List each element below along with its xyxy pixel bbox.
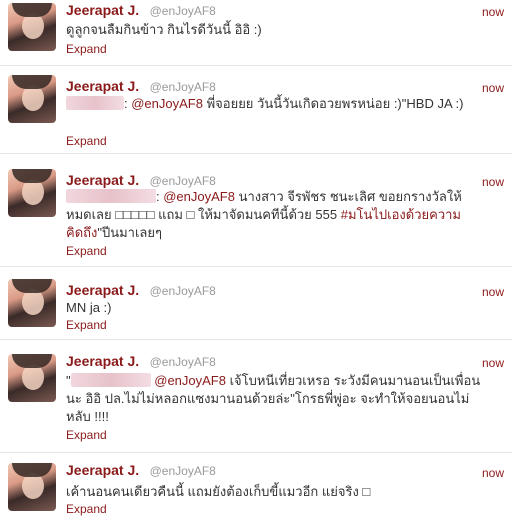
avatar[interactable] — [8, 3, 56, 51]
tweet-text: ดูลูกจนลืมกินข้าว กินไรดีวันนี้ อิอิ :) — [66, 21, 486, 39]
tweet-text: " @enJoyAF8 เจ้โบหนีเที่ยวเหรอ ระวังมีคน… — [66, 372, 486, 426]
author-handle[interactable]: @enJoyAF8 — [150, 4, 216, 18]
tweet-text-part: ดูลูกจนลืมกินข้าว กินไรดีวันนี้ อิอิ :) — [66, 22, 262, 37]
author-handle[interactable]: @enJoyAF8 — [150, 355, 216, 369]
tweet-text: : @enJoyAF8 นางสาว จีรพัชร ชนะเลิศ ขอยกร… — [66, 188, 486, 242]
author-handle[interactable]: @enJoyAF8 — [150, 80, 216, 94]
tweet-text-part: MN ja :) — [66, 300, 112, 315]
tweet-item[interactable]: Jeerapat J. @enJoyAF8 now ดูลูกจนลืมกินข… — [0, 0, 512, 66]
tweet-time[interactable]: now — [482, 285, 504, 299]
tweet-text-part: "ปีนมาเลยๆ — [97, 225, 162, 240]
tweet-text-part: " — [66, 373, 71, 388]
expand-link[interactable]: Expand — [66, 134, 107, 148]
redacted-text — [66, 189, 156, 203]
redacted-text — [66, 96, 124, 110]
tweet-item[interactable]: Jeerapat J. @enJoyAF8 now เค้านอนคนเดียว… — [0, 453, 512, 520]
author-handle[interactable]: @enJoyAF8 — [150, 464, 216, 478]
tweet-item[interactable]: Jeerapat J. @enJoyAF8 now MN ja :) Expan… — [0, 267, 512, 340]
avatar[interactable] — [8, 75, 56, 123]
author-name[interactable]: Jeerapat J. — [66, 353, 139, 369]
tweet-time[interactable]: now — [482, 356, 504, 370]
avatar[interactable] — [8, 279, 56, 327]
tweet-item[interactable]: Jeerapat J. @enJoyAF8 now : @enJoyAF8 นา… — [0, 154, 512, 267]
tweet-text: เค้านอนคนเดียวคืนนี้ แถมยังต้องเก็บขี้แม… — [66, 483, 486, 501]
mention-link[interactable]: @enJoyAF8 — [163, 189, 235, 204]
tweet-text-part: พี่จอยยย วันนี้วันเกิดอวยพรหน่อย :)"HBD … — [202, 96, 464, 111]
author-name[interactable]: Jeerapat J. — [66, 2, 139, 18]
tweet-text: MN ja :) — [66, 299, 486, 317]
author-name[interactable]: Jeerapat J. — [66, 172, 139, 188]
expand-link[interactable]: Expand — [66, 42, 107, 56]
tweet-feed: Jeerapat J. @enJoyAF8 now ดูลูกจนลืมกินข… — [0, 0, 512, 520]
mention-link[interactable]: @enJoyAF8 — [131, 96, 203, 111]
avatar[interactable] — [8, 463, 56, 511]
tweet-item[interactable]: Jeerapat J. @enJoyAF8 now : @enJoyAF8 พี… — [0, 66, 512, 154]
tweet-text-part: เค้านอนคนเดียวคืนนี้ แถมยังต้องเก็บขี้แม… — [66, 484, 371, 499]
expand-link[interactable]: Expand — [66, 244, 107, 258]
author-name[interactable]: Jeerapat J. — [66, 78, 139, 94]
expand-link[interactable]: Expand — [66, 502, 107, 516]
avatar[interactable] — [8, 169, 56, 217]
tweet-time[interactable]: now — [482, 466, 504, 480]
expand-link[interactable]: Expand — [66, 318, 107, 332]
tweet-text: : @enJoyAF8 พี่จอยยย วันนี้วันเกิดอวยพรห… — [66, 95, 486, 113]
author-name[interactable]: Jeerapat J. — [66, 282, 139, 298]
author-name[interactable]: Jeerapat J. — [66, 462, 139, 478]
tweet-item[interactable]: Jeerapat J. @enJoyAF8 now " @enJoyAF8 เจ… — [0, 340, 512, 453]
redacted-text — [70, 373, 151, 387]
tweet-time[interactable]: now — [482, 81, 504, 95]
expand-link[interactable]: Expand — [66, 428, 107, 442]
mention-link[interactable]: @enJoyAF8 — [154, 373, 226, 388]
author-handle[interactable]: @enJoyAF8 — [150, 174, 216, 188]
tweet-time[interactable]: now — [482, 5, 504, 19]
author-handle[interactable]: @enJoyAF8 — [150, 284, 216, 298]
tweet-time[interactable]: now — [482, 175, 504, 189]
avatar[interactable] — [8, 354, 56, 402]
